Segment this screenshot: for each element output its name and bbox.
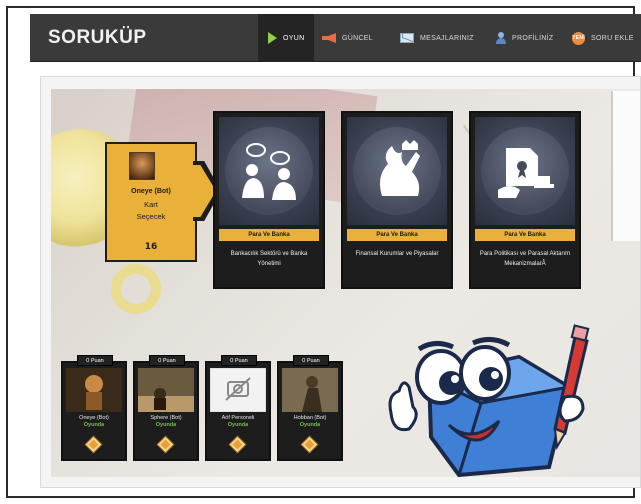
player-badge — [228, 435, 246, 453]
player-badge — [156, 435, 174, 453]
diamond-icon — [85, 436, 101, 452]
player-status: Oyunda — [299, 422, 321, 428]
player-card-3[interactable]: 0 Puan Aöf Personeli Oyunda — [205, 355, 271, 461]
nav-item-label: GÜNCEL — [342, 34, 373, 42]
turn-card-count: 16 — [144, 242, 158, 252]
griffin-icon — [380, 140, 420, 196]
document-stamp-icon — [498, 148, 554, 198]
player-card-1[interactable]: 0 Puan Oneye (Bot) Oyunda — [61, 355, 127, 461]
nav-item-label: OYUN — [283, 34, 305, 42]
player-badge — [84, 435, 102, 453]
game-board: Oneye (Bot) Kart Seçecek 16 Para Ve Bank… — [40, 76, 641, 488]
category-title: Para Politikası ve Parasal Aktarım Mekan… — [479, 251, 571, 267]
player-avatar — [282, 368, 338, 412]
category-card-3[interactable]: Para Ve Banka Para Politikası ve Parasal… — [469, 111, 581, 289]
turn-indicator-card: Oneye (Bot) Kart Seçecek 16 — [105, 142, 197, 262]
category-label: Para Ve Banka — [475, 229, 575, 241]
megaphone-icon — [322, 33, 336, 43]
player-avatar — [66, 368, 122, 412]
player-avatar — [138, 368, 194, 412]
category-art — [347, 117, 447, 225]
player-name: Aöf Personeli — [221, 415, 255, 421]
player-score: 0 Puan — [221, 355, 257, 366]
play-icon — [268, 32, 277, 44]
nav-item-soru-ekle[interactable]: YENİ SORU EKLE — [572, 14, 634, 62]
diamond-icon — [157, 436, 173, 452]
player-score: 0 Puan — [77, 355, 113, 366]
brand-logo[interactable]: SORUKÜP — [48, 27, 147, 49]
player-status: Oyunda — [155, 422, 177, 428]
nav-item-mesajlariniz[interactable]: MESAJLARINIZ — [400, 14, 474, 62]
turn-text-line2: Seçecek — [136, 212, 166, 221]
avatar — [129, 152, 155, 180]
diamond-icon — [229, 436, 245, 452]
nav-item-oyun[interactable]: OYUN — [258, 14, 315, 62]
player-name: Oneye (Bot) — [79, 415, 109, 421]
category-art — [219, 117, 319, 225]
turn-player-name: Oneye (Bot) — [131, 188, 171, 195]
turn-text-line1: Kart — [144, 200, 158, 209]
add-question-icon: YENİ — [572, 31, 585, 45]
nav-item-label: SORU EKLE — [591, 34, 634, 42]
background-cup-handle — [111, 264, 161, 314]
no-photo-icon — [210, 368, 266, 412]
player-card-2[interactable]: 0 Puan Sphere (Bot) Oyunda — [133, 355, 199, 461]
diamond-icon — [301, 436, 317, 452]
player-badge — [300, 435, 318, 453]
player-name: Hobban (Bot) — [293, 415, 327, 421]
category-label: Para Ve Banka — [219, 229, 319, 241]
nav-item-guncel[interactable]: GÜNCEL — [322, 14, 373, 62]
category-art — [475, 117, 575, 225]
player-status: Oyunda — [227, 422, 249, 428]
category-card-1[interactable]: Para Ve Banka Bankacılık Sektörü ve Bank… — [213, 111, 325, 289]
user-icon — [496, 32, 506, 44]
game-scene: Oneye (Bot) Kart Seçecek 16 Para Ve Bank… — [51, 89, 640, 477]
top-navbar: SORUKÜP OYUN GÜNCEL MESAJLARINIZ PROFİLİ… — [30, 14, 641, 62]
category-label: Para Ve Banka — [347, 229, 447, 241]
category-card-2[interactable]: Para Ve Banka Finansal Kurumlar ve Piyas… — [341, 111, 453, 289]
nav-item-profiliniz[interactable]: PROFİLİNİZ — [496, 14, 554, 62]
mail-icon — [400, 33, 414, 43]
player-card-4[interactable]: 0 Puan Hobban (Bot) Oyunda — [277, 355, 343, 461]
nav-item-label: MESAJLARINIZ — [420, 34, 474, 42]
nav-item-label: PROFİLİNİZ — [512, 34, 554, 42]
category-title: Finansal Kurumlar ve Piyasalar — [355, 251, 439, 257]
category-title: Bankacılık Sektörü ve Banka Yönetimi — [230, 251, 308, 267]
player-name: Sphere (Bot) — [150, 415, 182, 421]
player-status: Oyunda — [83, 422, 105, 428]
player-score: 0 Puan — [293, 355, 329, 366]
player-score: 0 Puan — [149, 355, 185, 366]
background-notepad — [611, 91, 640, 241]
people-talking-icon — [242, 143, 296, 200]
cube-mascot-icon — [388, 324, 590, 477]
